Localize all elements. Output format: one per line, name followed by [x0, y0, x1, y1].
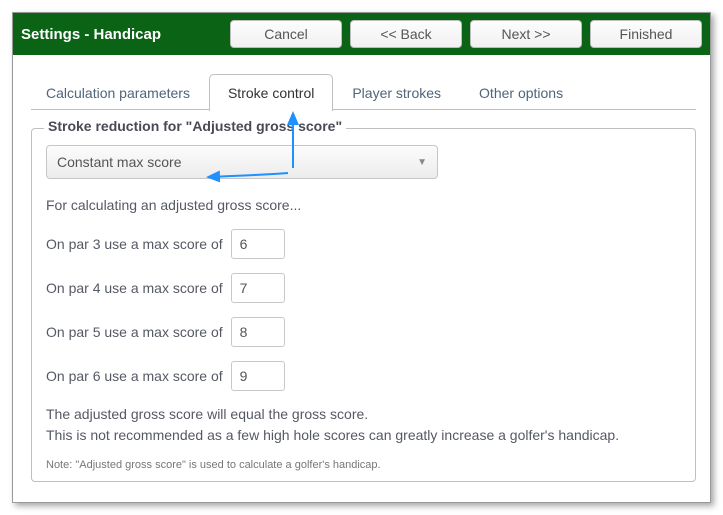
tab-stroke-control[interactable]: Stroke control	[209, 74, 333, 111]
row-par5: On par 5 use a max score of	[46, 317, 681, 347]
settings-window: Settings - Handicap Cancel << Back Next …	[12, 12, 711, 503]
par6-input[interactable]	[231, 361, 285, 391]
chevron-down-icon: ▼	[417, 157, 427, 168]
stroke-reduction-dropdown[interactable]: Constant max score ▼	[46, 145, 438, 179]
par3-label: On par 3 use a max score of	[46, 236, 223, 252]
window-title: Settings - Handicap	[21, 26, 171, 43]
par4-label: On par 4 use a max score of	[46, 280, 223, 296]
tab-other-options[interactable]: Other options	[460, 74, 582, 111]
intro-text: For calculating an adjusted gross score.…	[46, 197, 681, 213]
titlebar: Settings - Handicap Cancel << Back Next …	[13, 13, 710, 55]
par5-input[interactable]	[231, 317, 285, 347]
stroke-reduction-panel: Stroke reduction for "Adjusted gross sco…	[31, 128, 696, 482]
next-button[interactable]: Next >>	[470, 20, 582, 48]
dropdown-value: Constant max score	[57, 154, 182, 170]
par5-label: On par 5 use a max score of	[46, 324, 223, 340]
panel-legend: Stroke reduction for "Adjusted gross sco…	[44, 118, 346, 134]
tab-player-strokes[interactable]: Player strokes	[333, 74, 460, 111]
row-par6: On par 6 use a max score of	[46, 361, 681, 391]
back-button[interactable]: << Back	[350, 20, 462, 48]
tab-calculation-parameters[interactable]: Calculation parameters	[27, 74, 209, 111]
par4-input[interactable]	[231, 273, 285, 303]
row-par4: On par 4 use a max score of	[46, 273, 681, 303]
footnote: Note: "Adjusted gross score" is used to …	[46, 459, 681, 471]
footer-line-2: This is not recommended as a few high ho…	[46, 426, 681, 445]
body-area: Calculation parameters Stroke control Pl…	[13, 55, 710, 482]
finished-button[interactable]: Finished	[590, 20, 702, 48]
row-par3: On par 3 use a max score of	[46, 229, 681, 259]
par6-label: On par 6 use a max score of	[46, 368, 223, 384]
cancel-button[interactable]: Cancel	[230, 20, 342, 48]
footer-line-1: The adjusted gross score will equal the …	[46, 405, 681, 424]
tab-bar: Calculation parameters Stroke control Pl…	[27, 73, 696, 110]
par3-input[interactable]	[231, 229, 285, 259]
